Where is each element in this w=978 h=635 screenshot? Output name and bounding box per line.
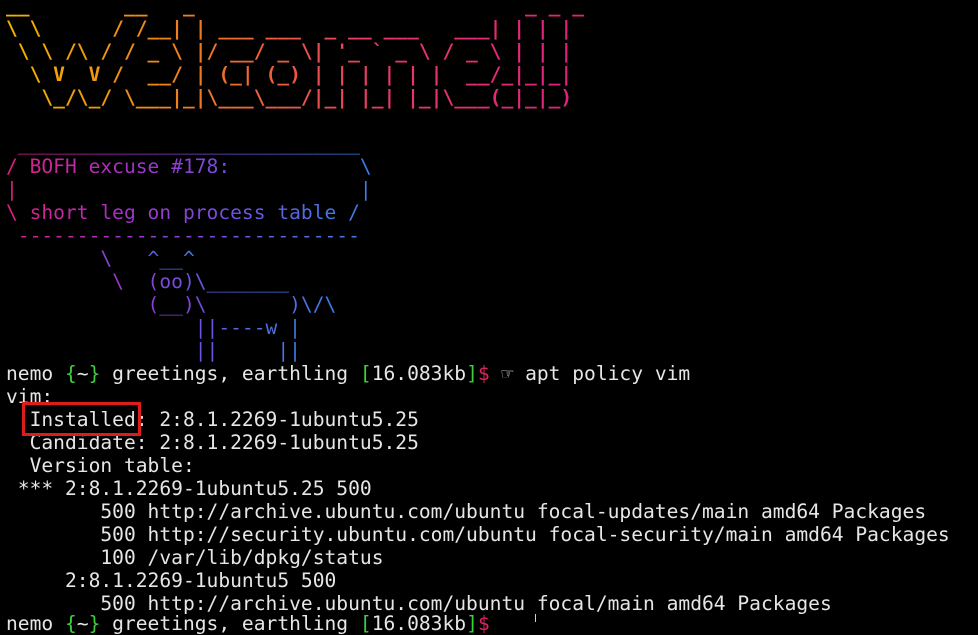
bofh-excuse-text: \ short leg on process table / [6, 201, 360, 224]
prompt-dir-close: } [88, 612, 101, 635]
output-line: vim: [6, 385, 54, 408]
speech-bubble-middle: | | [6, 178, 372, 201]
output-line: *** 2:8.1.2269-1ubuntu5.25 500 [6, 477, 372, 500]
prompt-greeting: greetings, earthling [112, 612, 349, 635]
prompt-size-open: [ [359, 362, 372, 385]
banner-line: \ \ /\ / / _ \ |/ __/ _ \| '_ ` _ \ / _ … [6, 40, 573, 63]
bofh-excuse-title: / BOFH excuse #178: \ [6, 155, 372, 178]
prompt-dollar: $ [477, 362, 490, 385]
prompt-dir-open: { [64, 362, 77, 385]
output-line: 500 http://archive.ubuntu.com/ubuntu foc… [6, 500, 927, 523]
banner-line: \_/\_/ \___|_|\___\___/|_| |_| |_|\___(_… [6, 86, 573, 109]
prompt-size: 16.083kb [371, 612, 467, 635]
shell-prompt-next: nemo {~} greetings, earthling [16.083kb]… [6, 612, 490, 635]
prompt-dir: ~ [76, 612, 89, 635]
cow-ascii-line: (__)\ )\/\ [6, 293, 337, 316]
prompt-size-open: [ [359, 612, 372, 635]
speech-bubble-bottom: ----------------------------- [6, 224, 360, 247]
speech-bubble-top: _____________________________ [6, 132, 360, 155]
prompt-dir: ~ [76, 362, 89, 385]
prompt-user: nemo [6, 362, 54, 385]
prompt-user: nemo [6, 612, 54, 635]
terminal-window[interactable]: __ __ _ _ _ _ \ \ / /__| | ___ ___ _ __ … [0, 0, 978, 635]
output-line: Version table: [6, 454, 195, 477]
cow-ascii-line: ||----w | [6, 316, 301, 339]
output-line: 500 http://security.ubuntu.com/ubuntu fo… [6, 523, 950, 546]
cow-ascii-line: \ ^__^ [6, 247, 195, 270]
output-line: 2:8.1.2269-1ubuntu5 500 [6, 569, 337, 592]
prompt-size-close: ] [466, 362, 478, 385]
command-text: apt policy vim [525, 362, 691, 385]
cow-ascii-line: || || [6, 339, 301, 362]
prompt-dollar: $ [477, 612, 490, 635]
text-cursor [535, 614, 536, 622]
prompt-dir-open: { [64, 612, 77, 635]
output-candidate-line: Candidate: 2:8.1.2269-1ubuntu5.25 [6, 431, 419, 454]
prompt-dir-close: } [88, 362, 101, 385]
shell-prompt: nemo {~} greetings, earthling [16.083kb]… [6, 362, 690, 385]
cow-ascii-line: \ (oo)\_______ [6, 270, 290, 293]
output-line: 100 /var/lib/dpkg/status [6, 546, 384, 569]
banner-line: \ V V / __/ | (_| (_) | | | | | | __/_|_… [6, 63, 573, 86]
prompt-size: 16.083kb [371, 362, 467, 385]
banner-line: __ __ _ _ _ _ [6, 0, 596, 17]
pointing-hand-icon: ☞ [501, 362, 514, 385]
output-installed-line: Installed: 2:8.1.2269-1ubuntu5.25 [6, 408, 419, 431]
banner-line: \ \ / /__| | ___ ___ _ __ ___ ___| | | | [6, 17, 573, 40]
prompt-greeting: greetings, earthling [112, 362, 349, 385]
prompt-size-close: ] [466, 612, 478, 635]
